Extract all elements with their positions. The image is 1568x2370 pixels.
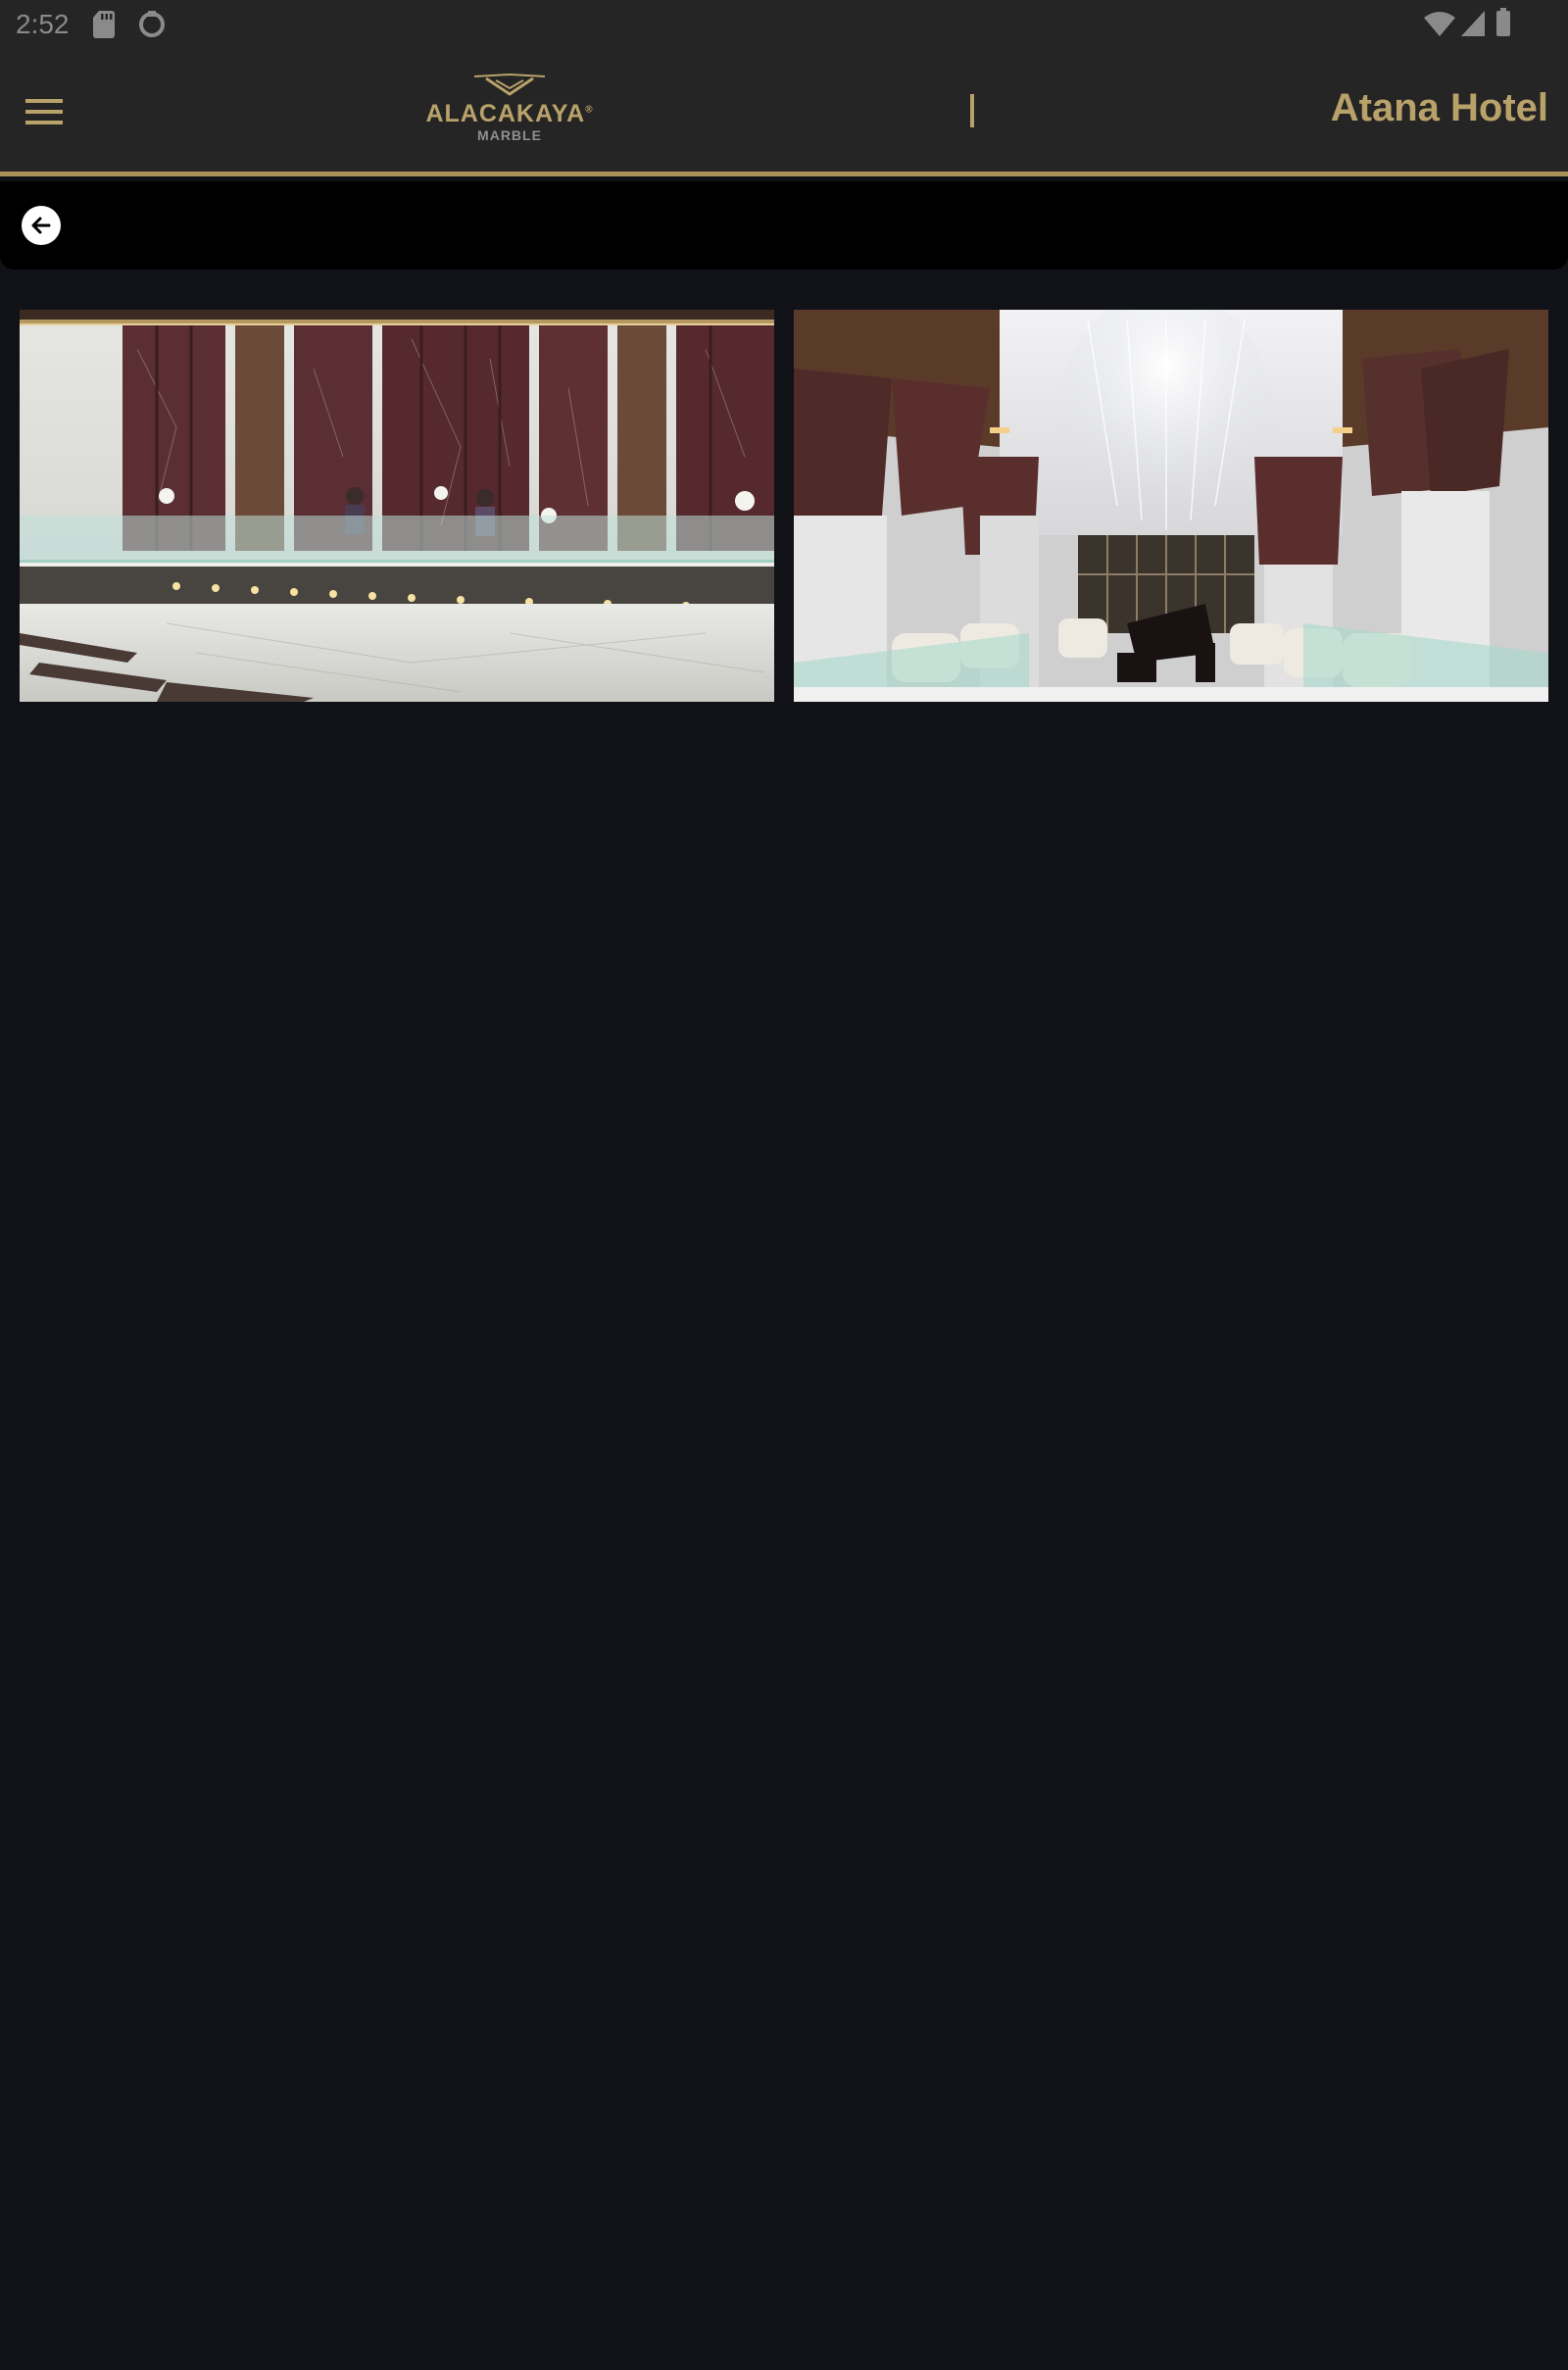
signal-icon: [1460, 10, 1486, 42]
gallery-photo-lounge[interactable]: [794, 310, 1548, 702]
back-button[interactable]: [22, 206, 61, 245]
gallery-photo-reception[interactable]: [20, 310, 774, 702]
status-bar: 2:52: [0, 0, 1568, 51]
logo-wordmark: ALACAKAYA®: [425, 100, 594, 127]
wifi-icon: [1423, 12, 1456, 42]
app-header: ALACAKAYA® MARBLE Atana Hotel: [0, 51, 1568, 176]
back-bar: [0, 181, 1568, 270]
sync-icon: [137, 10, 167, 44]
sd-card-icon: [92, 10, 116, 44]
brand-logo[interactable]: ALACAKAYA® MARBLE: [412, 69, 608, 147]
photo-gallery: [20, 310, 1548, 702]
arrow-left-icon: [31, 217, 51, 234]
logo-subtitle: MARBLE: [477, 127, 542, 143]
battery-icon: [1495, 8, 1511, 42]
page-title: Atana Hotel: [1330, 86, 1548, 129]
header-divider: [970, 94, 974, 127]
logo-mark-icon: [473, 73, 546, 96]
status-time: 2:52: [16, 9, 70, 39]
hamburger-menu-icon[interactable]: [20, 88, 69, 137]
